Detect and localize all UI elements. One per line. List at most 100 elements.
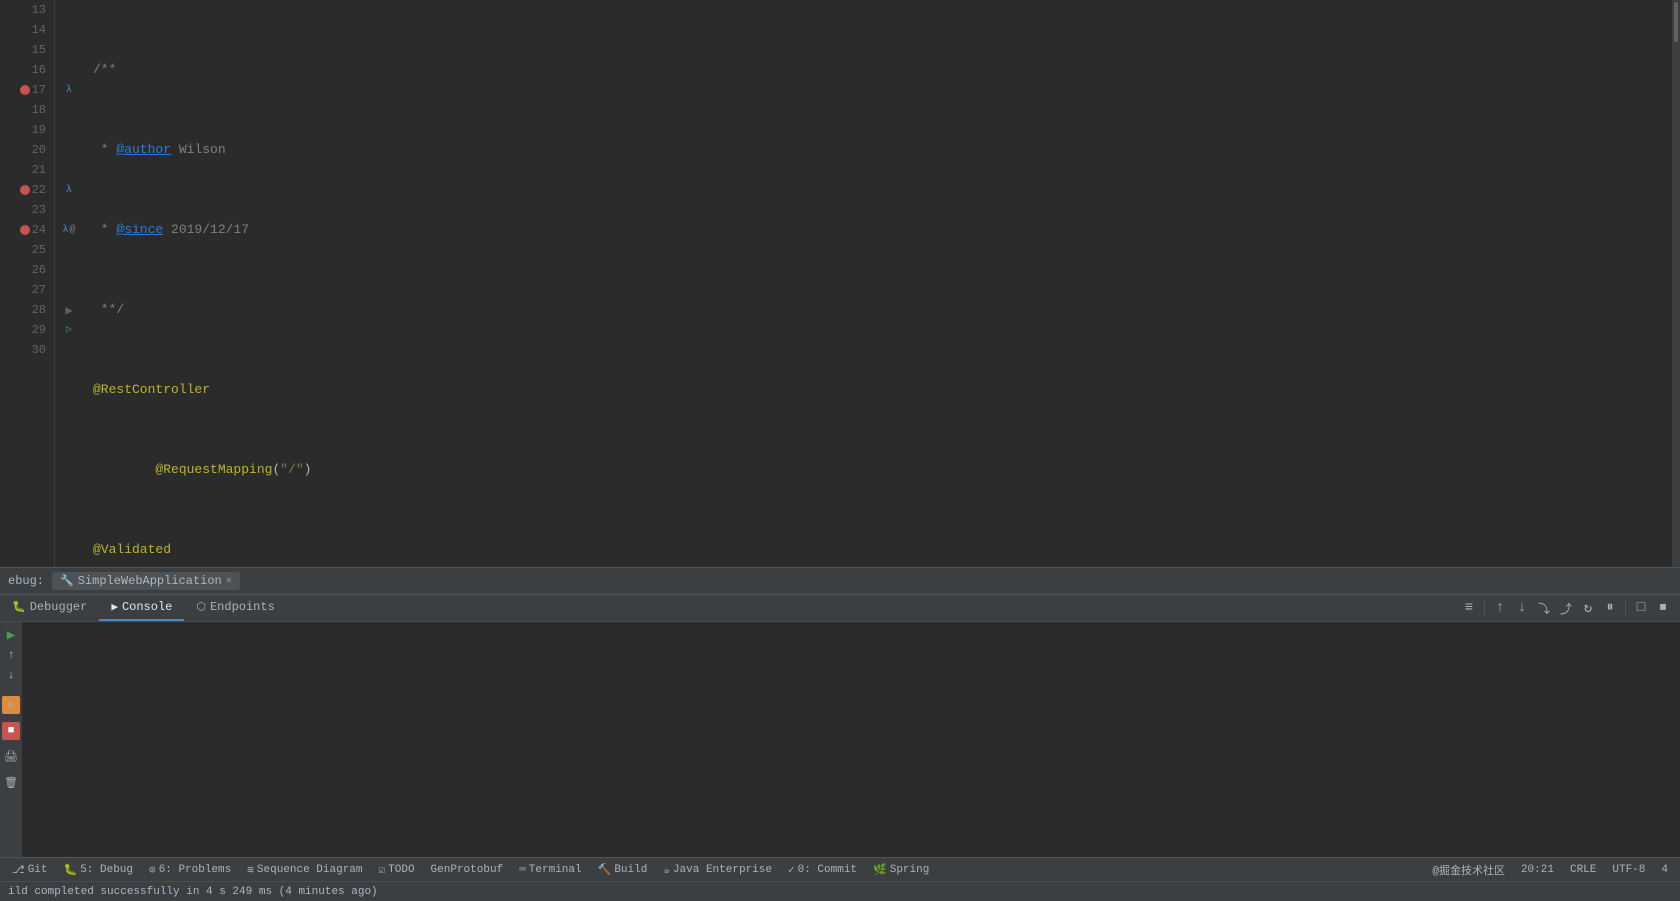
commit-icon: ✓ (788, 863, 795, 877)
java-enterprise-label: Java Enterprise (673, 864, 772, 876)
toolbar-step-icon[interactable]: ⤵ (1535, 599, 1553, 617)
close-session-icon[interactable]: ✕ (226, 575, 232, 587)
session-icon: 🔧 (60, 574, 74, 588)
gutter-16 (55, 60, 83, 80)
code-text-14: * @author Wilson (93, 140, 226, 160)
code-line-13: /** (93, 60, 1672, 80)
scrollbar[interactable] (1672, 0, 1680, 567)
code-line-16: **/ (93, 300, 1672, 320)
status-commit[interactable]: ✓ 0: Commit (784, 858, 861, 881)
code-text-17: @RestController (93, 380, 210, 400)
side-down-icon[interactable]: ↓ (2, 666, 20, 684)
code-text-18: @RequestMapping("/") (93, 440, 311, 500)
tab-console[interactable]: ▶ Console (99, 595, 184, 621)
debug-label: ebug: (8, 574, 44, 588)
code-line-19: @Validated (93, 540, 1672, 560)
side-stop-icon[interactable]: ■ (2, 722, 20, 740)
toolbar-stop-all-icon[interactable]: ⏹ (1654, 599, 1672, 617)
gutter-14 (55, 20, 83, 40)
status-todo[interactable]: ☑ TODO (375, 858, 419, 881)
fold-icon-28[interactable]: ▶ (65, 303, 72, 318)
toolbar-stop-icon[interactable]: □ (1632, 599, 1650, 617)
status-debug[interactable]: 🐛 5: Debug (60, 858, 138, 881)
status-charset[interactable]: UTF-8 (1608, 864, 1649, 876)
status-encoding[interactable]: CRLE (1566, 864, 1600, 876)
spring-label: Spring (890, 864, 930, 876)
line-row-27: 27 (0, 280, 46, 300)
endpoints-label: Endpoints (210, 600, 275, 614)
toolbar-up-icon[interactable]: ↑ (1491, 599, 1509, 617)
problems-label: 6: Problems (159, 864, 232, 876)
terminal-icon: ⌨ (519, 863, 526, 877)
gutter-30 (55, 340, 83, 360)
line-row-18: 18 (0, 100, 46, 120)
panel-tabs-row: 🐛 Debugger ▶ Console ⬡ Endpoints ≡ ↑ ↓ ⤵… (0, 595, 1680, 622)
status-git[interactable]: ⎇ Git (8, 858, 52, 881)
code-text-15: * @since 2019/12/17 (93, 220, 249, 240)
build-text: ild completed successfully in 4 s 249 ms… (8, 886, 378, 898)
line-row-29: 29 (0, 320, 46, 340)
status-sequence[interactable]: ≋ Sequence Diagram (243, 858, 366, 881)
debugger-icon: 🐛 (12, 600, 26, 614)
status-indent[interactable]: 4 (1657, 864, 1672, 876)
toolbar-step-out-icon[interactable]: ⤴ (1557, 599, 1575, 617)
charset-label: UTF-8 (1612, 864, 1645, 876)
code-line-14: * @author Wilson (93, 140, 1672, 160)
status-gen[interactable]: GenProtobuf (427, 858, 508, 881)
side-up-icon[interactable]: ↑ (2, 646, 20, 664)
status-terminal[interactable]: ⌨ Terminal (515, 858, 585, 881)
gutter-20 (55, 140, 83, 160)
toolbar-reload-icon[interactable]: ↻ (1579, 599, 1597, 617)
tab-debugger[interactable]: 🐛 Debugger (0, 595, 99, 621)
toolbar-menu-icon[interactable]: ≡ (1460, 599, 1478, 617)
line-numbers: 13 14 15 16 17 18 19 20 21 22 (0, 0, 55, 567)
sequence-label: Sequence Diagram (257, 864, 363, 876)
debug-session-tab[interactable]: 🔧 SimpleWebApplication ✕ (52, 572, 240, 590)
gutter-21 (55, 160, 83, 180)
lambda-icon-22: λ (66, 185, 72, 196)
gutter-26 (55, 260, 83, 280)
session-name: SimpleWebApplication (78, 574, 222, 588)
breakpoint-icon-24[interactable] (20, 225, 30, 235)
line-row-25: 25 (0, 240, 46, 260)
at-icon-24: @ (70, 225, 76, 236)
debugger-label: Debugger (30, 600, 88, 614)
toolbar-down-icon[interactable]: ↓ (1513, 599, 1531, 617)
line-row-26: 26 (0, 260, 46, 280)
line-row-21: 21 (0, 160, 46, 180)
tab-endpoints[interactable]: ⬡ Endpoints (184, 595, 286, 621)
gutter-23 (55, 200, 83, 220)
gutter-18 (55, 100, 83, 120)
code-line-17: @RestController (93, 380, 1672, 400)
status-spring[interactable]: 🌿 Spring (869, 858, 933, 881)
status-juejin[interactable]: @掘金技术社区 (1428, 862, 1509, 878)
status-build[interactable]: 🔨 Build (594, 858, 652, 881)
status-java-enterprise[interactable]: ☕ Java Enterprise (659, 858, 776, 881)
line-row-16: 16 (0, 60, 46, 80)
toolbar-sep-2 (1625, 601, 1626, 615)
breakpoint-icon-22[interactable] (20, 185, 30, 195)
toolbar-sep-1 (1484, 601, 1485, 615)
lambda-icon-17: λ (66, 85, 72, 96)
side-print-icon[interactable]: 🖨 (2, 748, 20, 766)
side-run-icon[interactable]: ▶ (2, 626, 20, 644)
side-restart-icon[interactable]: ↻ (2, 696, 20, 714)
gutter: λ λ λ @ ▶ ▷ (55, 0, 83, 567)
gutter-29: ▷ (55, 320, 83, 340)
run-icon-29[interactable]: ▷ (66, 324, 72, 336)
status-problems[interactable]: ⊙ 6: Problems (145, 858, 235, 881)
breakpoint-icon-17[interactable] (20, 85, 30, 95)
code-text-13: /** (93, 60, 116, 80)
todo-icon: ☑ (379, 863, 386, 877)
gutter-24: λ @ (55, 220, 83, 240)
build-bar: ild completed successfully in 4 s 249 ms… (0, 881, 1680, 901)
side-trash-icon[interactable]: 🗑 (2, 774, 20, 792)
toolbar-pause-icon[interactable]: ⏸ (1601, 599, 1619, 617)
line-row-15: 15 (0, 40, 46, 60)
line-row-30: 30 (0, 340, 46, 360)
juejin-label: @掘金技术社区 (1432, 862, 1505, 878)
code-line-18: @RequestMapping("/") (93, 460, 1672, 480)
panel-tabs: 🐛 Debugger ▶ Console ⬡ Endpoints (0, 595, 1452, 621)
encoding-label: CRLE (1570, 864, 1596, 876)
code-content[interactable]: /** * @author Wilson * @since 2019/12/17… (83, 0, 1672, 567)
